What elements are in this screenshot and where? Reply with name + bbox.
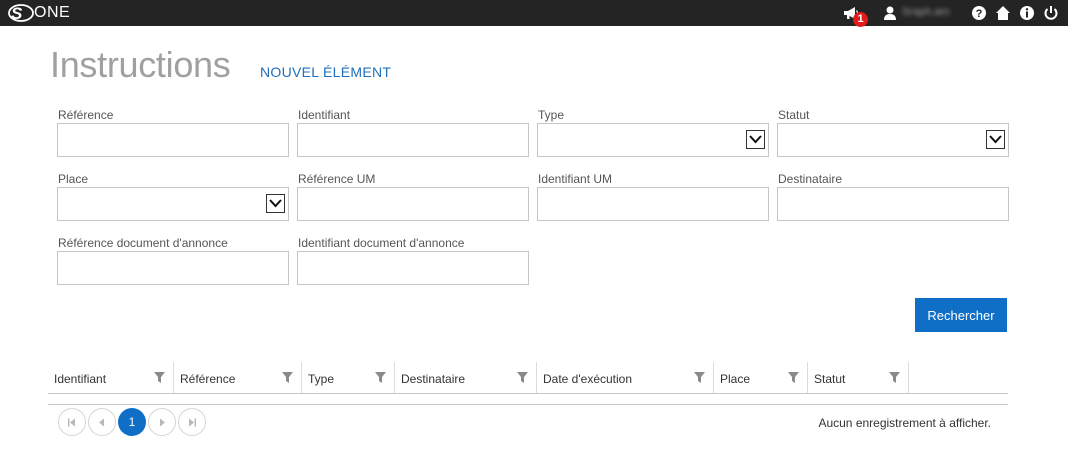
reference-input[interactable]: [57, 123, 289, 157]
pager-last-button[interactable]: [178, 408, 206, 436]
filter-icon[interactable]: [282, 372, 293, 383]
pager-prev-button[interactable]: [88, 408, 116, 436]
column-type[interactable]: Type: [302, 362, 395, 393]
column-label: Place: [720, 372, 751, 386]
column-date-execution[interactable]: Date d'exécution: [537, 362, 714, 393]
home-icon[interactable]: [995, 5, 1011, 21]
column-destinataire[interactable]: Destinataire: [395, 362, 537, 393]
column-label: Statut: [814, 372, 846, 386]
label-reference-document: Référence document d'annonce: [58, 236, 228, 250]
place-select[interactable]: [57, 187, 289, 221]
label-identifiant: Identifiant: [298, 108, 351, 122]
username[interactable]: Sraph.am: [902, 6, 950, 18]
page-title: Instructions: [50, 44, 231, 85]
type-select[interactable]: [537, 123, 769, 157]
filter-icon[interactable]: [788, 372, 799, 383]
column-label: Type: [308, 372, 335, 386]
prev-page-icon: [99, 418, 104, 427]
filter-icon[interactable]: [375, 372, 386, 383]
chevron-down-icon[interactable]: [986, 130, 1005, 149]
column-identifiant[interactable]: Identifiant: [48, 362, 174, 393]
filter-icon[interactable]: [154, 372, 165, 383]
column-label: Référence: [180, 372, 236, 386]
pager-current-page[interactable]: 1: [118, 408, 146, 436]
user-icon[interactable]: [882, 5, 898, 21]
logo-text: ONE: [34, 4, 71, 21]
next-page-icon: [160, 418, 165, 427]
column-place[interactable]: Place: [714, 362, 808, 393]
grid-header: Identifiant Référence Type Destinataire …: [48, 362, 1008, 394]
chevron-down-icon[interactable]: [746, 130, 765, 149]
notification-badge[interactable]: 1: [853, 12, 868, 27]
pager-next-button[interactable]: [148, 408, 176, 436]
column-statut[interactable]: Statut: [808, 362, 909, 393]
power-icon[interactable]: [1043, 5, 1059, 21]
column-reference[interactable]: Référence: [174, 362, 302, 393]
label-destinataire: Destinataire: [778, 172, 843, 186]
label-identifiant-um: Identifiant UM: [538, 172, 613, 186]
statut-select[interactable]: [777, 123, 1009, 157]
new-item-link[interactable]: NOUVEL ÉLÉMENT: [260, 64, 391, 80]
label-identifiant-document: Identifiant document d'annonce: [298, 236, 465, 250]
filter-icon[interactable]: [889, 372, 900, 383]
first-page-icon: [68, 418, 75, 427]
identifiant-document-input[interactable]: [297, 251, 529, 285]
identifiant-um-input[interactable]: [537, 187, 769, 221]
search-button[interactable]: Rechercher: [915, 298, 1007, 332]
logo-s-icon: S: [8, 4, 34, 23]
column-label: Date d'exécution: [543, 372, 633, 386]
label-reference: Référence: [58, 108, 114, 122]
reference-document-input[interactable]: [57, 251, 289, 285]
column-label: Identifiant: [54, 372, 107, 386]
empty-message: Aucun enregistrement à afficher.: [818, 416, 991, 430]
reference-um-input[interactable]: [297, 187, 529, 221]
label-place: Place: [58, 172, 89, 186]
chevron-down-icon[interactable]: [266, 194, 285, 213]
svg-text:?: ?: [976, 8, 983, 20]
top-bar: S ONE 1 Sraph.am ?: [0, 0, 1068, 27]
pager-first-button[interactable]: [58, 408, 86, 436]
label-type: Type: [538, 108, 565, 122]
filter-icon[interactable]: [517, 372, 528, 383]
destinataire-input[interactable]: [777, 187, 1009, 221]
filter-icon[interactable]: [694, 372, 705, 383]
app-logo[interactable]: S ONE: [6, 3, 70, 23]
svg-text:S: S: [11, 4, 23, 23]
label-reference-um: Référence UM: [298, 172, 376, 186]
last-page-icon: [189, 418, 196, 427]
help-icon[interactable]: ?: [971, 5, 987, 21]
info-icon[interactable]: [1019, 5, 1035, 21]
identifiant-input[interactable]: [297, 123, 529, 157]
column-label: Destinataire: [401, 372, 466, 386]
label-statut: Statut: [778, 108, 810, 122]
grid-divider: [48, 404, 1008, 405]
